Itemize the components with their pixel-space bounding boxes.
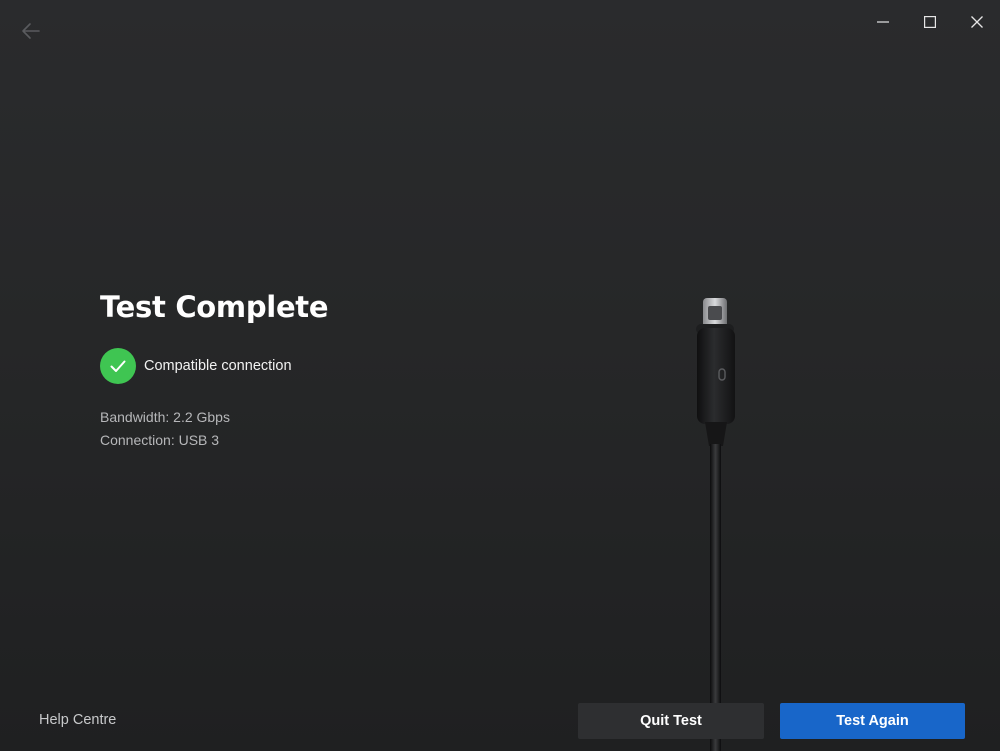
connection-value: Connection: USB 3 <box>100 432 220 448</box>
check-icon <box>110 360 126 372</box>
bandwidth-value: Bandwidth: 2.2 Gbps <box>100 409 230 425</box>
test-again-button[interactable]: Test Again <box>780 703 965 739</box>
connection-details: Bandwidth: 2.2 Gbps Connection: USB 3 <box>100 406 520 452</box>
status-badge <box>100 348 136 384</box>
maximize-button[interactable] <box>906 0 953 44</box>
status-text: Compatible connection <box>144 358 292 374</box>
minimize-icon <box>876 21 889 23</box>
result-panel: Test Complete Compatible connection Band… <box>100 290 520 452</box>
status-row: Compatible connection <box>100 348 520 384</box>
close-icon <box>970 16 983 28</box>
close-button[interactable] <box>953 0 1000 44</box>
title-bar <box>0 0 1000 46</box>
quit-test-button[interactable]: Quit Test <box>578 703 764 739</box>
arrow-left-icon <box>22 23 40 39</box>
help-centre-link[interactable]: Help Centre <box>39 712 116 728</box>
window-controls <box>859 0 1000 44</box>
maximize-icon <box>923 16 936 28</box>
minimize-button[interactable] <box>859 0 906 44</box>
page-title: Test Complete <box>100 290 329 324</box>
back-button[interactable] <box>14 16 48 46</box>
usb-c-cable-icon <box>690 296 746 751</box>
